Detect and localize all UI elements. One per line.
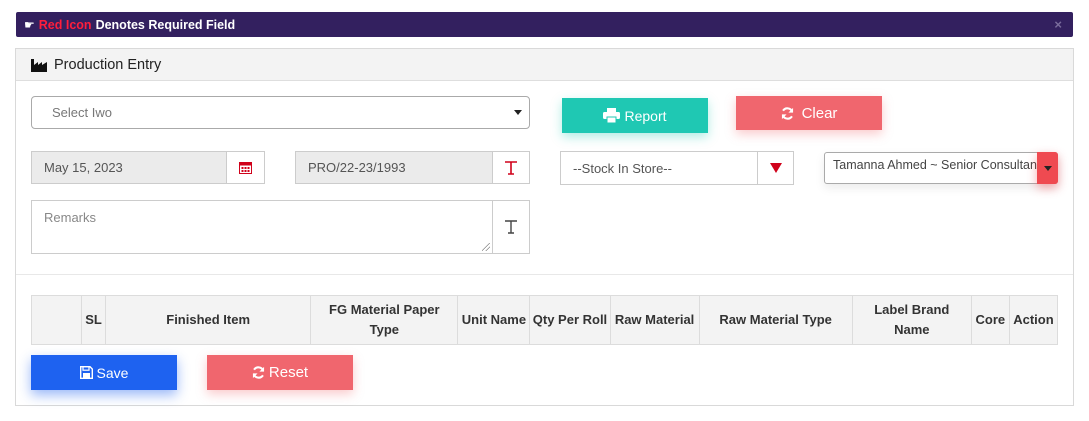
chevron-down-icon <box>1043 165 1052 171</box>
floppy-disk-icon <box>79 366 93 379</box>
iwo-select[interactable]: Select Iwo <box>31 96 530 129</box>
employee-select-value: Tamanna Ahmed ~ Senior Consultant <box>833 158 1041 172</box>
clear-button[interactable]: Clear <box>736 96 882 130</box>
production-number-value: PRO/22-23/1993 <box>308 160 406 175</box>
chevron-down-icon <box>514 110 522 115</box>
date-value: May 15, 2023 <box>44 160 123 175</box>
panel-header: Production Entry <box>16 49 1073 81</box>
printer-icon <box>603 108 621 123</box>
production-entry-panel: Production Entry Select Iwo Report Clear… <box>15 48 1074 406</box>
factory-icon <box>31 58 47 72</box>
column-header-fg-material-paper-type: FG Material Paper Type <box>310 295 459 345</box>
save-button[interactable]: Save <box>31 355 177 390</box>
production-number-field: PRO/22-23/1993 <box>295 151 493 184</box>
refresh-icon <box>252 366 265 379</box>
employee-select[interactable]: Tamanna Ahmed ~ Senior Consultant <box>824 152 1058 184</box>
page-title: Production Entry <box>54 56 162 73</box>
column-header-raw-material-type: Raw Material Type <box>698 295 853 345</box>
date-field[interactable]: May 15, 2023 <box>31 151 227 184</box>
clear-button-label: Clear <box>801 104 838 122</box>
remarks-addon <box>492 200 530 254</box>
column-header-sl: SL <box>81 295 107 345</box>
column-header-action: Action <box>1008 295 1059 345</box>
caret-down-icon <box>769 163 782 173</box>
calendar-icon <box>239 162 252 174</box>
column-header-unit-name: Unit Name <box>457 295 531 345</box>
column-header-label-brand-name: Label Brand Name <box>851 295 972 345</box>
required-field-alert: ☛ Red Icon Denotes Required Field × <box>16 12 1073 37</box>
refresh-icon <box>781 106 793 120</box>
report-button-label: Report <box>624 107 667 124</box>
employee-select-toggle[interactable] <box>1037 152 1058 184</box>
iwo-select-placeholder: Select Iwo <box>52 105 112 120</box>
report-button[interactable]: Report <box>562 98 708 133</box>
resize-handle-icon[interactable] <box>482 243 490 251</box>
production-number-addon <box>492 151 530 184</box>
text-icon <box>505 220 517 234</box>
save-button-label: Save <box>96 364 129 381</box>
alert-text: Denotes Required Field <box>95 17 236 32</box>
text-icon <box>505 160 517 175</box>
column-header-core: Core <box>970 295 1010 345</box>
close-icon[interactable]: × <box>1054 17 1062 32</box>
divider <box>16 274 1073 275</box>
production-items-table: SL Finished Item FG Material Paper Type … <box>30 295 1059 345</box>
remarks-placeholder: Remarks <box>44 210 97 225</box>
stock-select[interactable]: --Stock In Store-- <box>560 151 758 185</box>
column-header-select <box>30 295 83 345</box>
remarks-textarea[interactable]: Remarks <box>31 200 493 254</box>
column-header-raw-material: Raw Material <box>609 295 700 345</box>
table-header-row: SL Finished Item FG Material Paper Type … <box>30 295 1059 345</box>
column-header-finished-item: Finished Item <box>105 295 312 345</box>
alert-red-text: Red Icon <box>38 17 92 32</box>
reset-button[interactable]: Reset <box>207 355 353 390</box>
stock-select-toggle[interactable] <box>757 151 794 185</box>
reset-button-label: Reset <box>268 364 309 381</box>
stock-select-value: --Stock In Store-- <box>573 160 672 176</box>
column-header-qty-per-roll: Qty Per Roll <box>529 295 611 345</box>
hand-pointer-icon: ☛ <box>24 17 35 32</box>
date-picker-button[interactable] <box>226 151 265 184</box>
